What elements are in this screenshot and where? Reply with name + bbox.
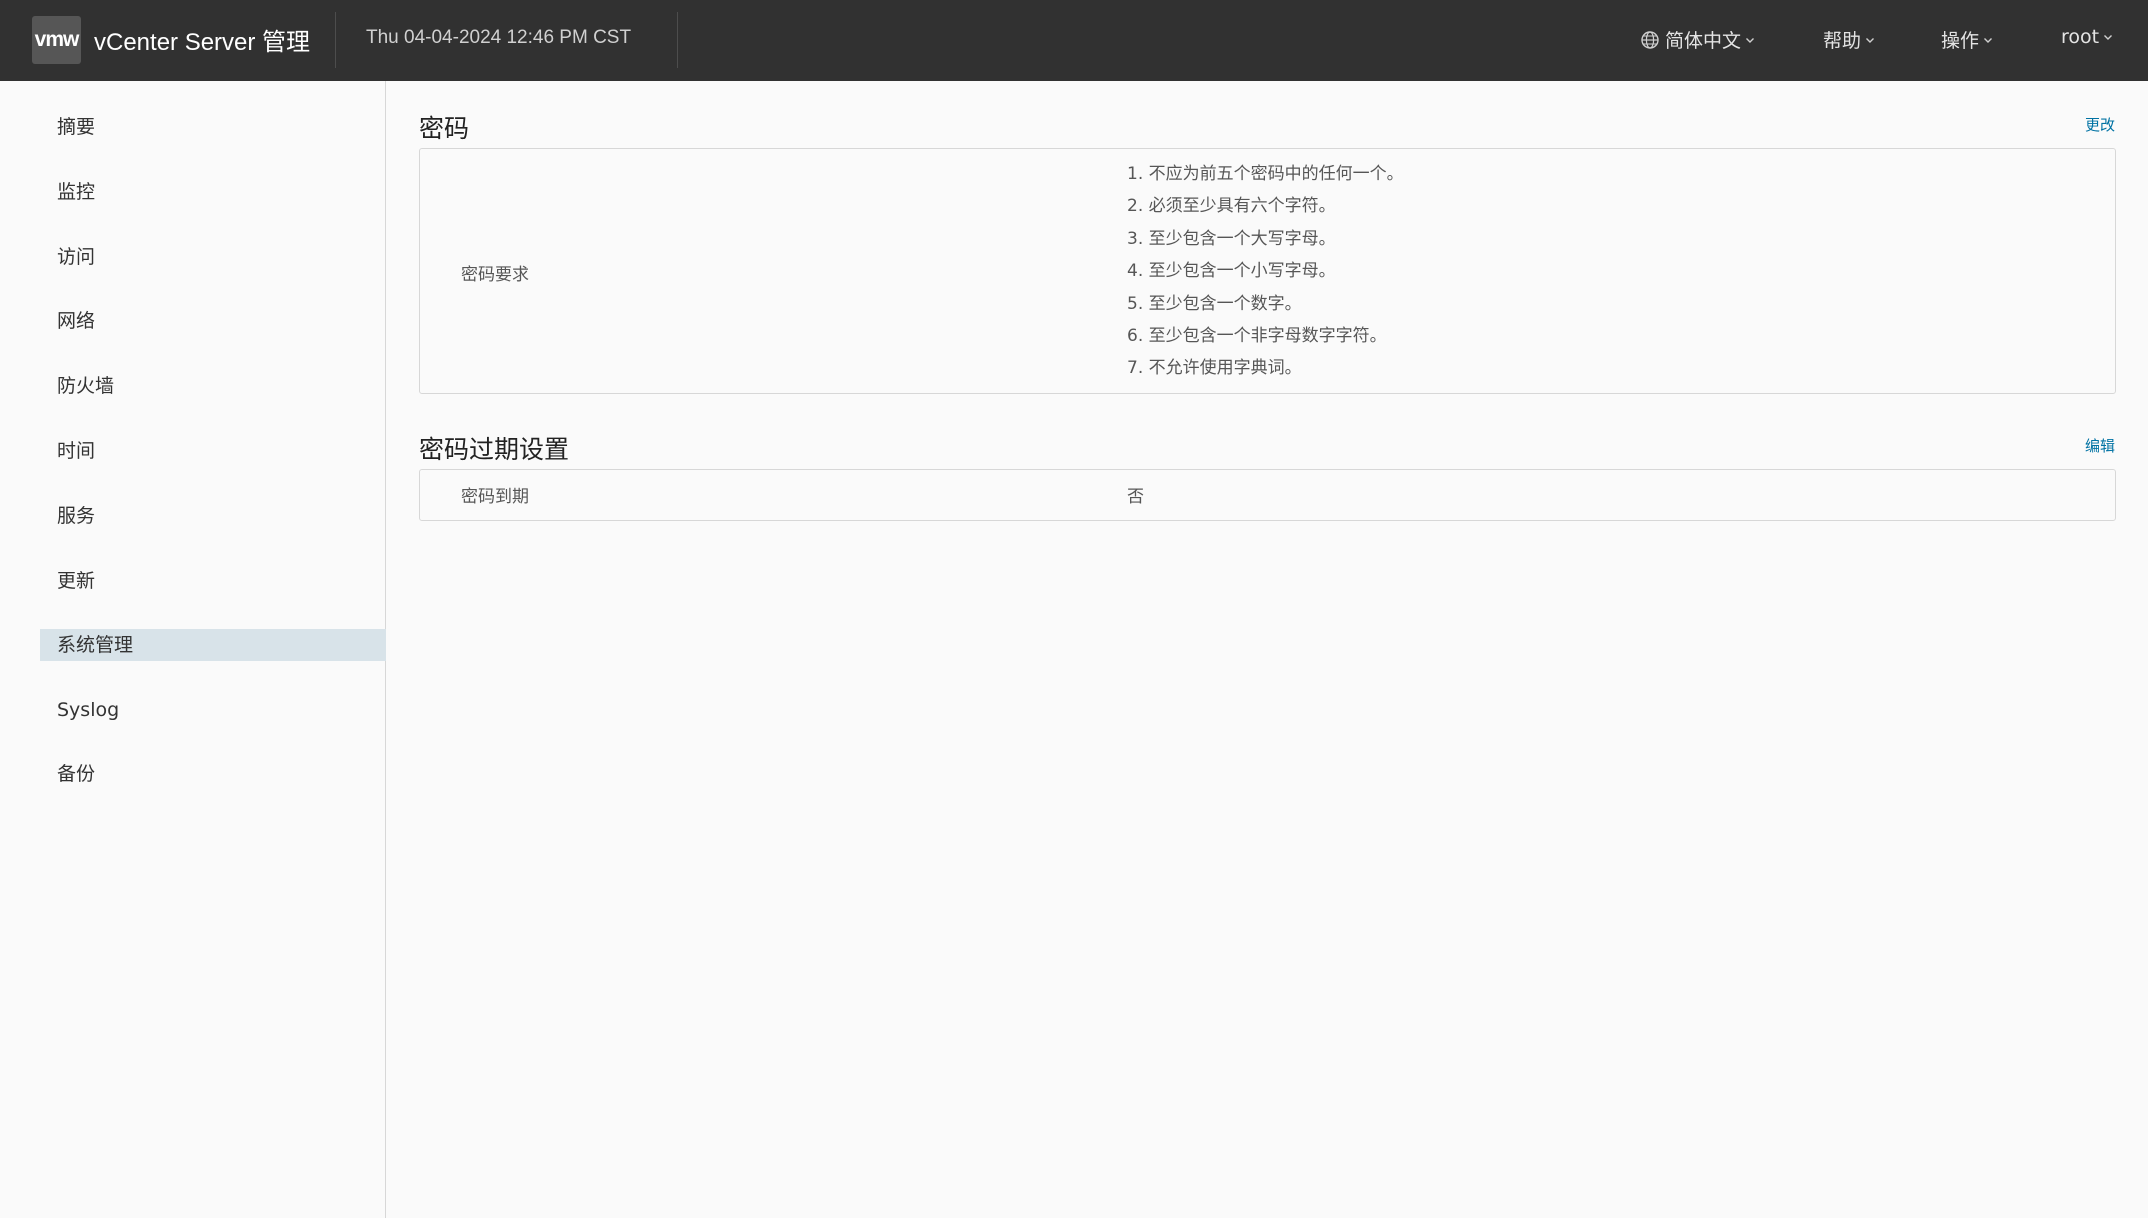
requirement-item: 4. 至少包含一个小写字母。 [1127, 261, 1336, 282]
sidebar-item-syslog[interactable]: Syslog [40, 694, 386, 726]
sidebar-item-update[interactable]: 更新 [40, 565, 386, 597]
password-expiry-label: 密码到期 [461, 487, 529, 507]
sidebar-item-summary[interactable]: 摘要 [40, 111, 386, 143]
app-window: vmw vCenter Server 管理 Thu 04-04-2024 12:… [0, 0, 2148, 1218]
requirement-item: 3. 至少包含一个大写字母。 [1127, 228, 1336, 249]
sidebar-item-monitor[interactable]: 监控 [40, 176, 386, 208]
user-menu[interactable]: root [2061, 26, 2113, 48]
sidebar-item-network[interactable]: 网络 [40, 305, 386, 337]
app-title: vCenter Server 管理 [94, 29, 311, 56]
globe-icon [1641, 30, 1659, 49]
edit-expiry-link[interactable]: 编辑 [2085, 435, 2115, 456]
chevron-down-icon [1984, 37, 1993, 43]
actions-menu[interactable]: 操作 [1941, 26, 1993, 53]
sidebar-item-time[interactable]: 时间 [40, 435, 386, 467]
header-divider [335, 12, 336, 68]
requirement-item: 5. 至少包含一个数字。 [1127, 293, 1302, 314]
sidebar-item-services[interactable]: 服务 [40, 500, 386, 532]
header-divider [677, 12, 678, 68]
password-section-title: 密码 [419, 114, 470, 143]
sidebar-item-firewall[interactable]: 防火墙 [40, 370, 386, 402]
password-requirements-card: 密码要求 1. 不应为前五个密码中的任何一个。 2. 必须至少具有六个字符。 3… [419, 148, 2116, 394]
chevron-down-icon [1746, 37, 1755, 43]
help-menu[interactable]: 帮助 [1823, 26, 1875, 53]
language-menu-label: 简体中文 [1665, 30, 1742, 52]
password-expiry-card: 密码到期 否 [419, 469, 2116, 521]
sidebar-item-administration[interactable]: 系统管理 [40, 629, 386, 661]
password-requirements-list: 1. 不应为前五个密码中的任何一个。 2. 必须至少具有六个字符。 3. 至少包… [1127, 160, 1404, 387]
password-requirements-label: 密码要求 [461, 265, 529, 285]
requirement-item: 7. 不允许使用字典词。 [1127, 358, 1302, 379]
chevron-down-icon [2104, 35, 2113, 40]
help-menu-label: 帮助 [1823, 30, 1862, 52]
main-content: 密码 更改 密码要求 1. 不应为前五个密码中的任何一个。 2. 必须至少具有六… [387, 81, 2148, 1218]
sidebar-nav: 摘要 监控 访问 网络 防火墙 时间 服务 更新 系统管理 Syslog 备份 [0, 81, 386, 1218]
sidebar-item-access[interactable]: 访问 [40, 241, 386, 273]
top-header: vmw vCenter Server 管理 Thu 04-04-2024 12:… [0, 0, 2148, 81]
vmware-logo: vmw [32, 16, 81, 64]
language-menu[interactable]: 简体中文 [1640, 26, 1755, 53]
requirement-item: 6. 至少包含一个非字母数字字符。 [1127, 325, 1387, 346]
password-expiry-section-title: 密码过期设置 [419, 435, 570, 464]
actions-menu-label: 操作 [1941, 30, 1980, 52]
requirement-item: 2. 必须至少具有六个字符。 [1127, 196, 1336, 217]
user-menu-label: root [2061, 26, 2100, 48]
header-datetime: Thu 04-04-2024 12:46 PM CST [366, 27, 632, 48]
requirement-item: 1. 不应为前五个密码中的任何一个。 [1127, 164, 1404, 184]
password-expiry-value: 否 [1127, 487, 1144, 507]
sidebar-item-backup[interactable]: 备份 [40, 758, 386, 790]
change-password-link[interactable]: 更改 [2085, 114, 2115, 135]
chevron-down-icon [1866, 37, 1875, 43]
